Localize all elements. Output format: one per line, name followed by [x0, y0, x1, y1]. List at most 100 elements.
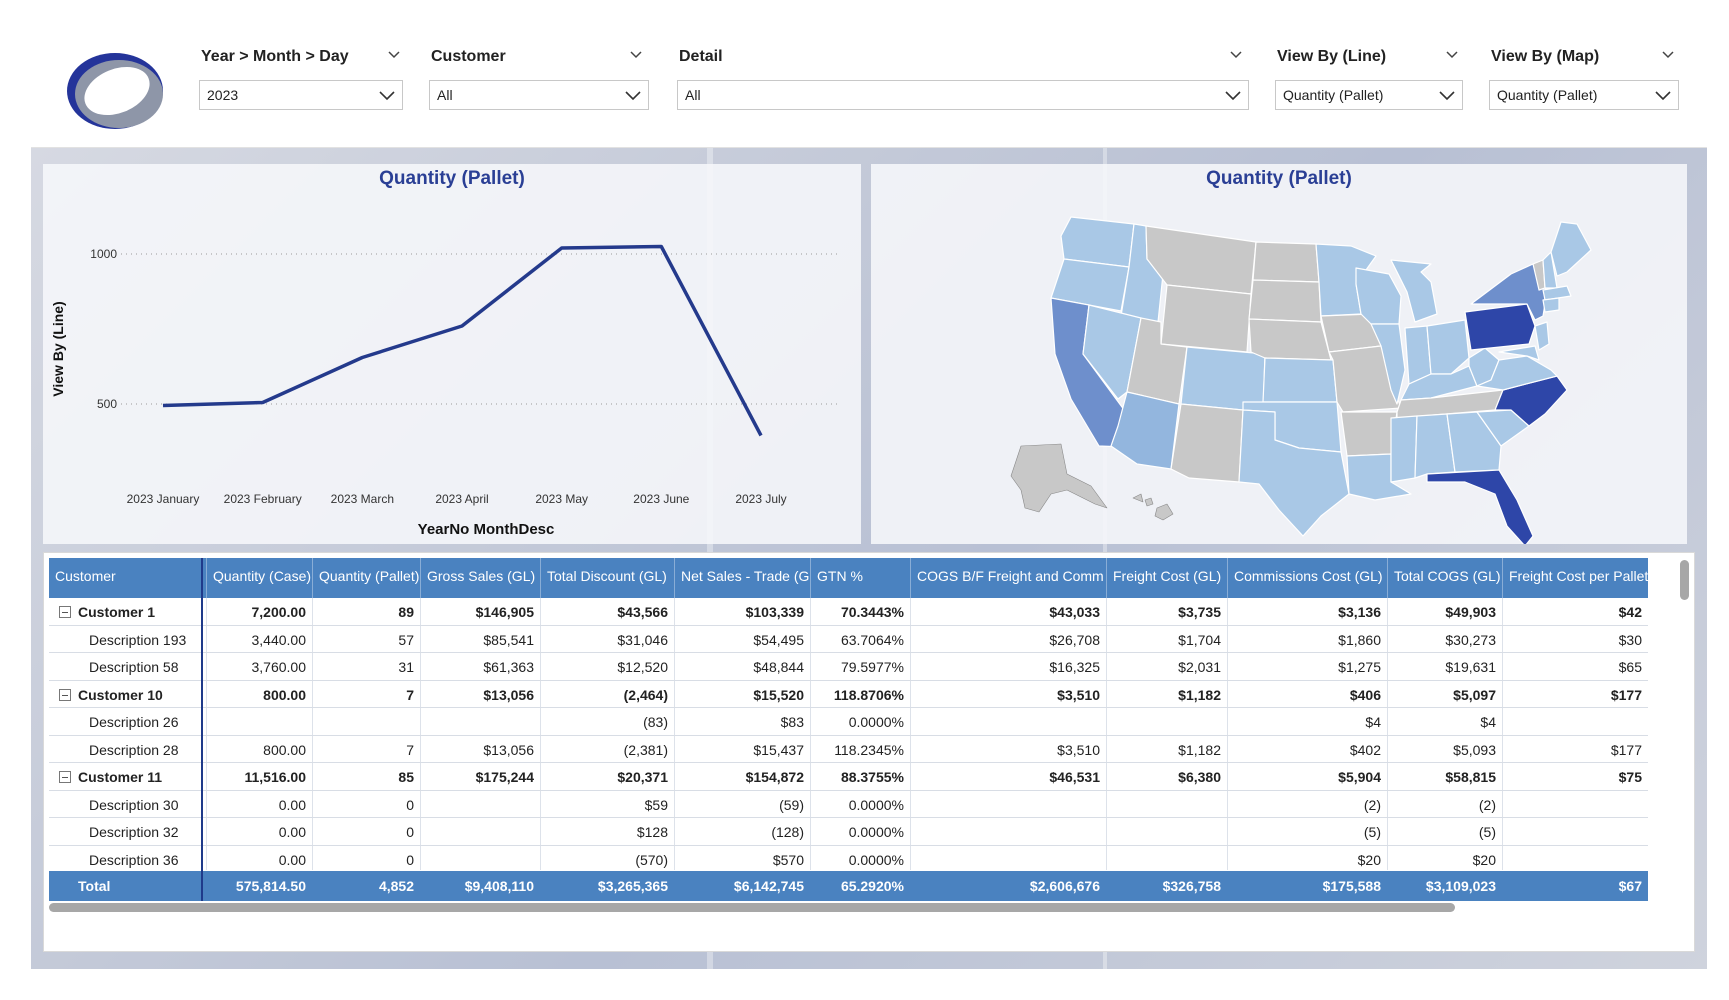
- state-mississippi[interactable]: [1390, 415, 1418, 483]
- x-tick-label: 2023 April: [435, 492, 488, 506]
- column-header[interactable]: Net Sales - Trade (GL): [674, 558, 810, 598]
- table-cell: $15,520: [753, 686, 804, 703]
- state-arizona[interactable]: [1110, 391, 1180, 470]
- table-group-row[interactable]: Customer 10 800.00 7 $13,056 (2,464) $15,520 1…: [49, 681, 1648, 708]
- table-cell: $54,495: [753, 631, 804, 648]
- chevron-down-icon[interactable]: [1661, 48, 1675, 62]
- line-chart[interactable]: 500 1000 2023 January 2023 February 2023 Ma…: [43, 164, 861, 544]
- line-chart-panel[interactable]: Quantity (Pallet) 500 1000 2023 January 20…: [43, 164, 861, 544]
- table-row[interactable]: Description 193 3,440.00 57 $85,541 $31,046 $…: [49, 626, 1648, 653]
- state-new-mexico[interactable]: [1170, 403, 1244, 483]
- state-arkansas[interactable]: [1340, 411, 1398, 457]
- slicer-view-by-line-dropdown[interactable]: Quantity (Pallet): [1275, 80, 1463, 110]
- table-group-row[interactable]: Customer 11 11,516.00 85 $175,244 $20,371 $15…: [49, 763, 1648, 791]
- state-hawaii[interactable]: [1132, 493, 1174, 521]
- state-north-dakota[interactable]: [1252, 241, 1320, 283]
- column-header[interactable]: COGS B/F Freight and Comm: [910, 558, 1106, 598]
- state-ohio[interactable]: [1426, 319, 1470, 375]
- table-row[interactable]: Description 26 (83) $83 0.0000% $4 $4: [49, 708, 1648, 736]
- chevron-down-icon[interactable]: [629, 48, 643, 62]
- table-cell: $13,056: [483, 741, 534, 758]
- y-tick-label: 500: [97, 397, 117, 411]
- chevron-down-icon[interactable]: [1445, 48, 1459, 62]
- column-header[interactable]: Quantity (Pallet): [312, 558, 420, 598]
- table-cell: (83): [643, 714, 668, 730]
- matrix-table[interactable]: Customer Quantity (Case) Quantity (Pallet)…: [43, 552, 1695, 952]
- state-nebraska[interactable]: [1248, 318, 1332, 361]
- table-cell: 0.00: [278, 851, 306, 868]
- table-cell: [1502, 791, 1648, 818]
- chevron-down-icon[interactable]: [1229, 48, 1243, 62]
- table-group-row[interactable]: Customer 1 7,200.00 89 $146,905 $43,566 $103,…: [49, 598, 1648, 626]
- table-cell: $3,510: [1057, 686, 1100, 703]
- table-cell: $19,631: [1445, 659, 1496, 675]
- slicer-customer-title: Customer: [431, 48, 506, 65]
- line-series[interactable]: [162, 244, 763, 437]
- column-header[interactable]: Freight Cost per Pallet: [1502, 558, 1648, 598]
- table-row[interactable]: Description 36 0.00 0 (570) $570 0.0000% $20 $2…: [49, 846, 1648, 871]
- column-header[interactable]: Freight Cost (GL): [1106, 558, 1227, 598]
- column-header[interactable]: Total Discount (GL): [540, 558, 674, 598]
- column-header[interactable]: GTN %: [810, 558, 910, 598]
- horizontal-scrollbar[interactable]: [49, 903, 1455, 912]
- column-header[interactable]: Commissions Cost (GL): [1227, 558, 1387, 598]
- table-cell: $2,031: [1178, 659, 1221, 675]
- table-cell: [1106, 708, 1227, 735]
- table-body[interactable]: Customer 1 7,200.00 89 $146,905 $43,566 $103,…: [49, 598, 1648, 870]
- table-cell: $406: [1349, 686, 1381, 703]
- table-row[interactable]: Description 32 0.00 0 $128 (128) 0.0000% (5) (5…: [49, 818, 1648, 846]
- table-cell: $570: [772, 851, 804, 868]
- total-cell: $3,109,023: [1425, 878, 1496, 894]
- column-header[interactable]: Gross Sales (GL): [420, 558, 540, 598]
- total-cell: $6,142,745: [733, 878, 804, 894]
- table-header: Customer Quantity (Case) Quantity (Pallet)…: [49, 558, 1648, 598]
- us-choropleth-map[interactable]: [871, 164, 1687, 544]
- table-cell: 0: [406, 851, 414, 868]
- row-label: Customer 1: [78, 604, 156, 620]
- table-cell: $177: [1610, 741, 1642, 758]
- state-connecticut[interactable]: [1542, 297, 1560, 313]
- table-row[interactable]: Description 30 0.00 0 $59 (59) 0.0000% (2) (2): [49, 791, 1648, 818]
- column-header[interactable]: Total COGS (GL): [1387, 558, 1502, 598]
- slicer-customer-dropdown[interactable]: All: [429, 80, 649, 110]
- table-cell: [1502, 708, 1648, 735]
- state-florida[interactable]: [1426, 469, 1534, 544]
- table-cell: $6,380: [1178, 769, 1221, 785]
- table-cell: 0.0000%: [848, 851, 904, 868]
- column-header[interactable]: Quantity (Case): [206, 558, 312, 598]
- total-label: Total: [78, 878, 111, 894]
- slicer-detail-dropdown[interactable]: All: [677, 80, 1249, 110]
- vertical-scrollbar[interactable]: [1680, 560, 1689, 600]
- slicer-view-by-map-dropdown[interactable]: Quantity (Pallet): [1489, 80, 1679, 110]
- table-cell: $5,093: [1453, 741, 1496, 758]
- table-row[interactable]: Description 28 800.00 7 $13,056 (2,381) $15,4…: [49, 736, 1648, 763]
- table-cell: $4: [1365, 714, 1381, 730]
- state-maine[interactable]: [1550, 221, 1592, 277]
- table-cell: 70.3443%: [840, 604, 904, 620]
- state-south-dakota[interactable]: [1248, 279, 1322, 323]
- state-alaska[interactable]: [1010, 443, 1108, 513]
- slicer-date-dropdown[interactable]: 2023: [199, 80, 403, 110]
- state-kansas[interactable]: [1262, 357, 1338, 403]
- state-pennsylvania[interactable]: [1464, 303, 1536, 351]
- table-cell: 800.00: [263, 741, 306, 758]
- table-cell: 89: [398, 604, 414, 620]
- table-cell: [910, 818, 1106, 845]
- slicer-view-by-map-title: View By (Map): [1491, 48, 1600, 65]
- column-header[interactable]: Customer: [49, 558, 206, 598]
- table-row[interactable]: Description 58 3,760.00 31 $61,363 $12,520 $4…: [49, 653, 1648, 681]
- slicer-date-title: Year > Month > Day: [201, 48, 349, 65]
- state-new-jersey[interactable]: [1534, 321, 1550, 351]
- table-cell: $5,097: [1453, 686, 1496, 703]
- table-cell: $1,704: [1178, 631, 1221, 648]
- state-wyoming[interactable]: [1160, 284, 1252, 353]
- table-cell: $3,735: [1178, 604, 1221, 620]
- table-cell: 63.7064%: [840, 631, 904, 648]
- state-wisconsin[interactable]: [1355, 267, 1402, 325]
- table-cell: 0.0000%: [848, 824, 904, 840]
- table-cell: 85: [398, 769, 414, 785]
- table-cell: $75: [1618, 769, 1642, 785]
- chevron-down-icon[interactable]: [387, 48, 401, 62]
- map-panel[interactable]: Quantity (Pallet): [871, 164, 1687, 544]
- table-cell: $3,510: [1057, 741, 1100, 758]
